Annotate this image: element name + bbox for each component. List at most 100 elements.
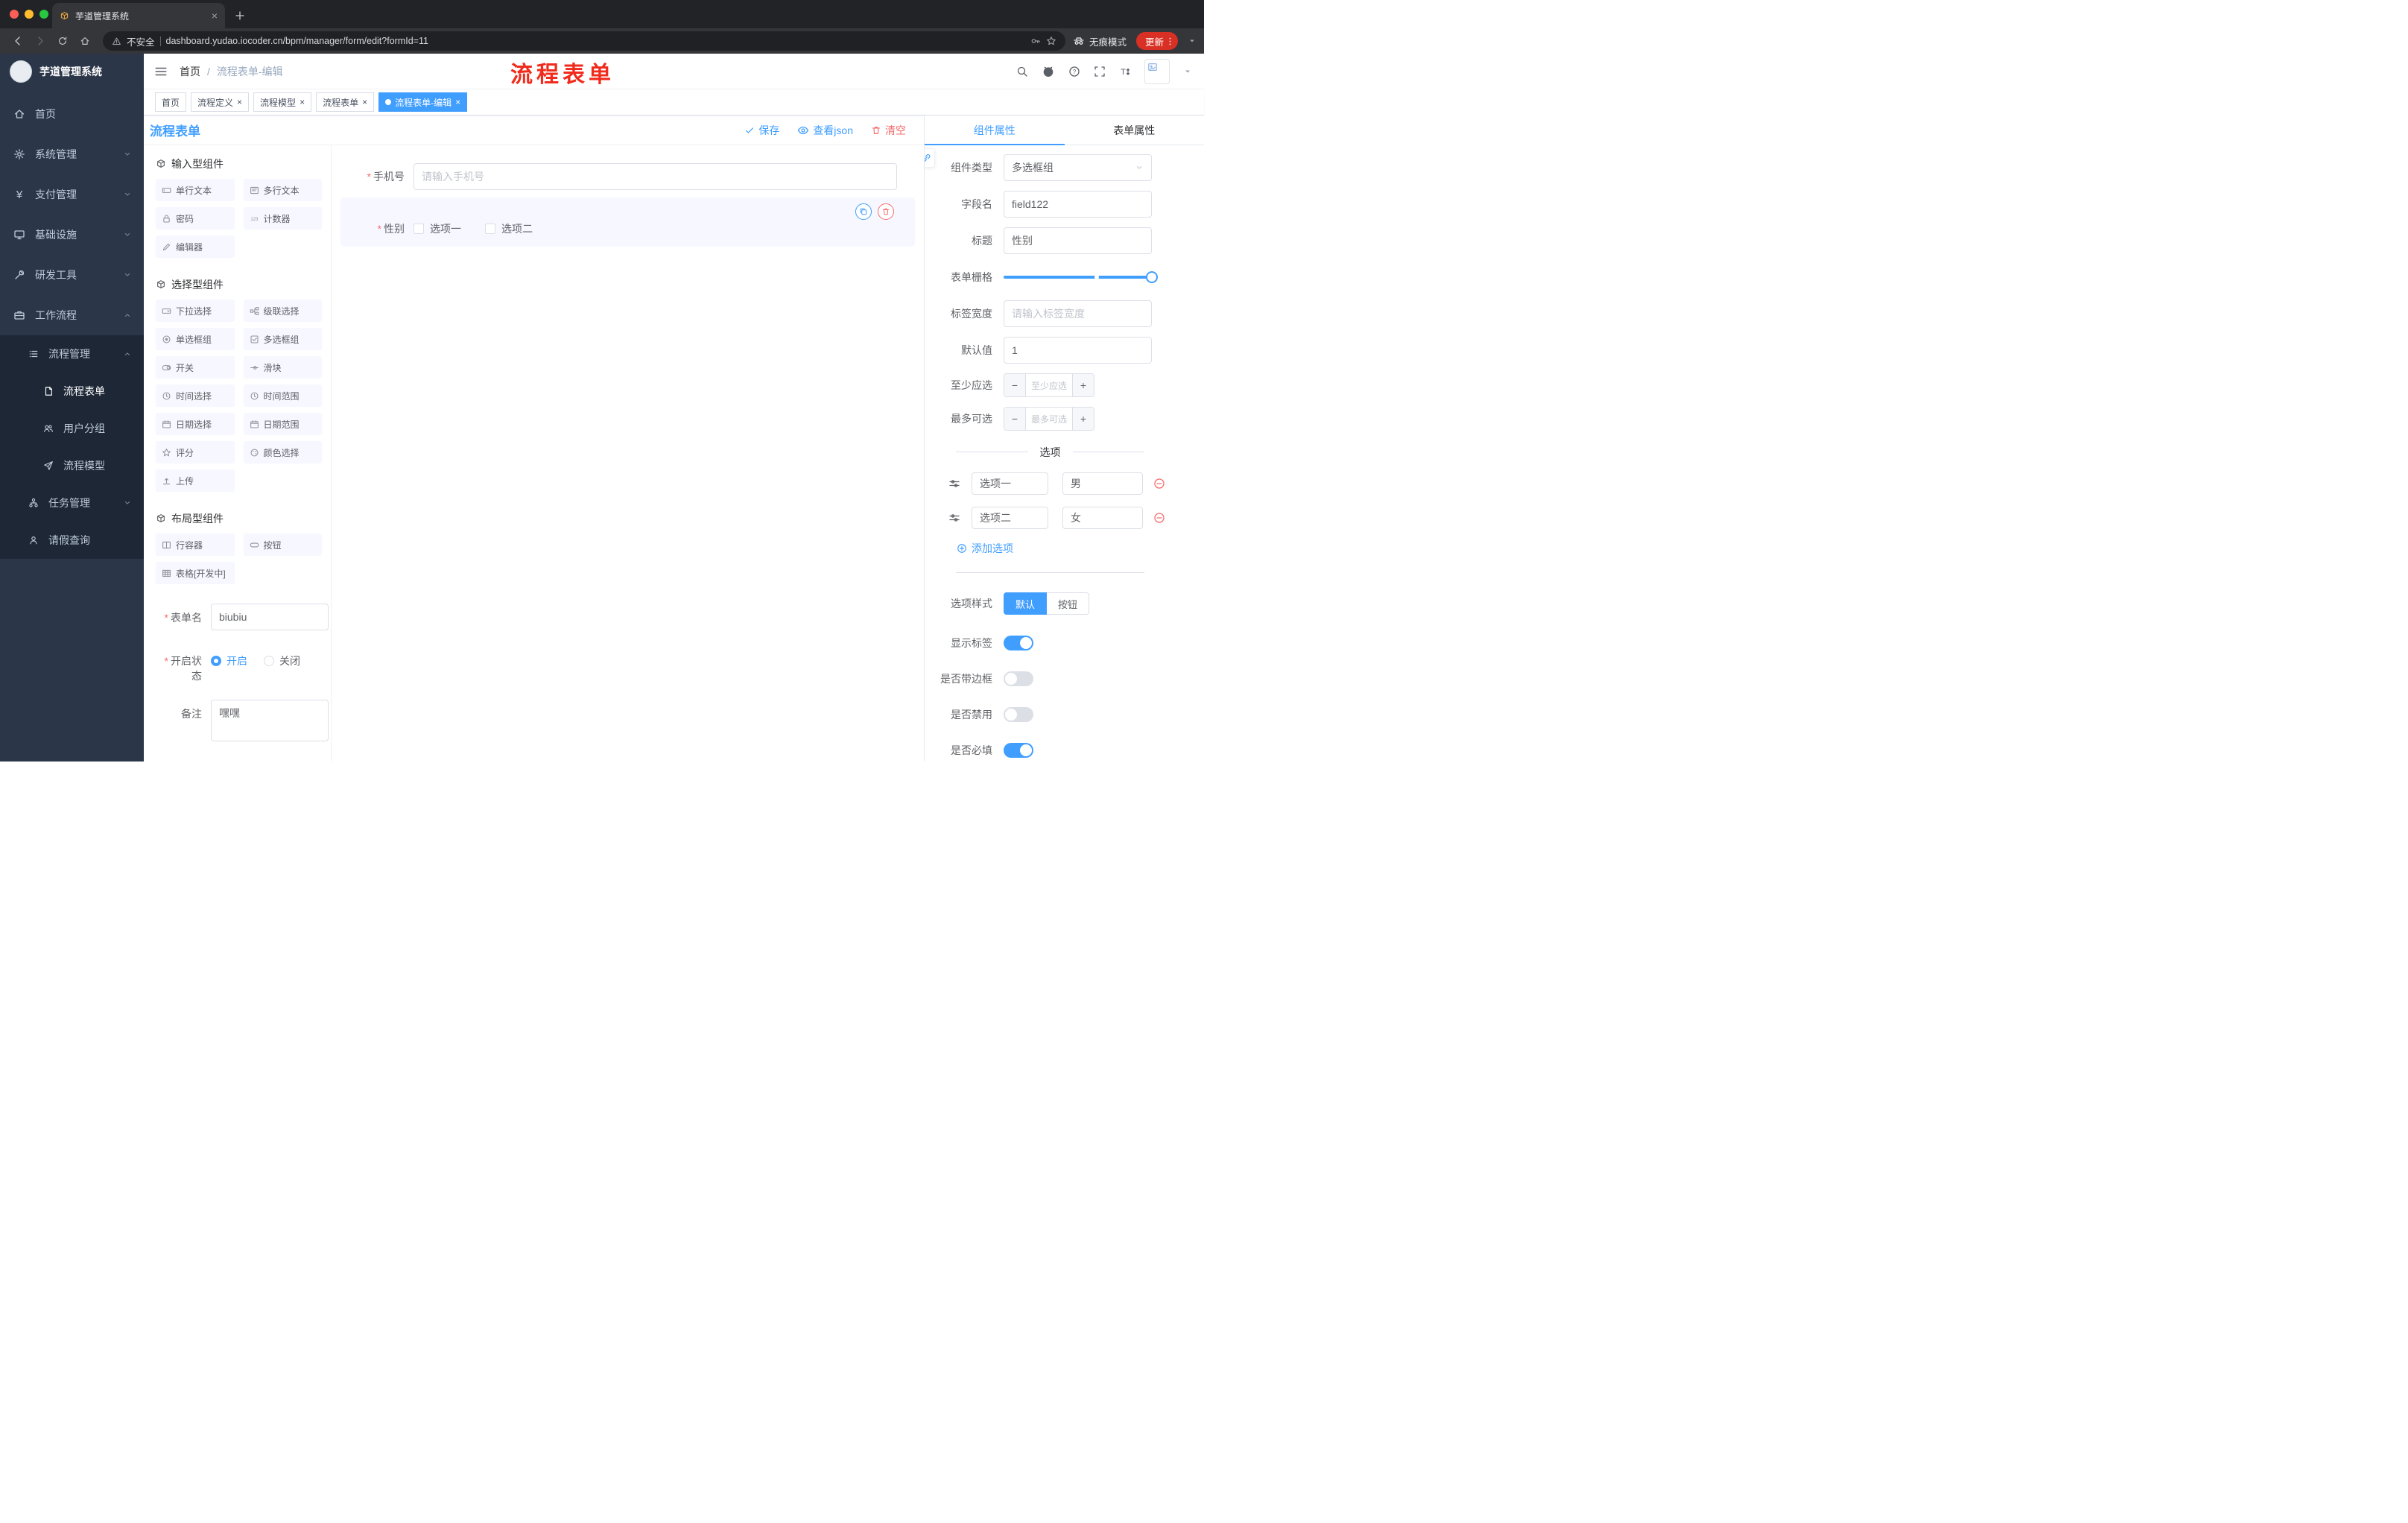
- chip-single-line-text[interactable]: 单行文本: [156, 179, 235, 201]
- add-option-button[interactable]: 添加选项: [957, 541, 1152, 556]
- app-logo[interactable]: 芋道管理系统: [0, 54, 144, 89]
- component-type-select[interactable]: 多选框组: [1004, 154, 1152, 181]
- home-button[interactable]: [75, 31, 95, 51]
- new-tab-button[interactable]: [234, 10, 246, 22]
- fullscreen-icon[interactable]: [1094, 66, 1106, 77]
- chip-time-range[interactable]: 时间范围: [243, 384, 322, 407]
- address-bar[interactable]: 不安全 dashboard.yudao.iocoder.cn/bpm/manag…: [103, 31, 1065, 51]
- chip-time-picker[interactable]: 时间选择: [156, 384, 235, 407]
- save-button[interactable]: 保存: [744, 123, 779, 138]
- tag-process-form[interactable]: 流程表单 ×: [316, 92, 375, 112]
- title-input[interactable]: [1004, 227, 1152, 254]
- disabled-toggle[interactable]: [1004, 707, 1033, 722]
- close-tag-icon[interactable]: ×: [237, 98, 242, 107]
- form-canvas[interactable]: 手机号 性别 选项一: [332, 145, 924, 762]
- slider-handle[interactable]: [1146, 271, 1158, 283]
- sidebar-item-workflow[interactable]: 工作流程: [0, 295, 144, 335]
- border-toggle[interactable]: [1004, 671, 1033, 686]
- chip-radio-group[interactable]: 单选框组: [156, 328, 235, 350]
- close-tag-icon[interactable]: ×: [300, 98, 305, 107]
- tab-form-props[interactable]: 表单属性: [1065, 115, 1205, 145]
- chip-rate[interactable]: 评分: [156, 441, 235, 463]
- chevron-down-icon[interactable]: [1188, 37, 1197, 45]
- forward-button[interactable]: [30, 31, 51, 51]
- tag-home[interactable]: 首页: [155, 92, 187, 112]
- remove-option-icon[interactable]: [1153, 512, 1165, 524]
- copy-item-button[interactable]: [855, 203, 872, 220]
- max-select-stepper[interactable]: − 最多可选 +: [1004, 407, 1094, 431]
- drag-handle-icon[interactable]: [948, 512, 960, 524]
- checkbox-box[interactable]: [414, 224, 424, 234]
- chip-cascader[interactable]: 级联选择: [243, 300, 322, 322]
- sidebar-item-user-group[interactable]: 用户分组: [0, 410, 144, 447]
- checkbox-option-1[interactable]: 选项一: [414, 221, 461, 236]
- style-button-button[interactable]: 按钮: [1047, 592, 1090, 615]
- github-icon[interactable]: [1042, 65, 1055, 78]
- close-tag-icon[interactable]: ×: [455, 98, 460, 107]
- sidebar-item-process-model[interactable]: 流程模型: [0, 447, 144, 484]
- sidebar-item-pay[interactable]: ¥ 支付管理: [0, 174, 144, 215]
- zoom-window-button[interactable]: [39, 10, 48, 19]
- field-name-input[interactable]: [1004, 191, 1152, 218]
- sidebar-item-system[interactable]: 系统管理: [0, 134, 144, 174]
- sidebar-item-process-mgmt[interactable]: 流程管理: [0, 335, 144, 373]
- tag-process-form-edit[interactable]: 流程表单-编辑 ×: [378, 92, 468, 112]
- form-grid-slider[interactable]: [1004, 264, 1158, 291]
- chip-switch[interactable]: 开关: [156, 356, 235, 379]
- decrease-button[interactable]: −: [1004, 374, 1026, 396]
- chip-counter[interactable]: 计数器: [243, 207, 322, 229]
- sidebar-item-infra[interactable]: 基础设施: [0, 215, 144, 255]
- tag-process-model[interactable]: 流程模型 ×: [253, 92, 312, 112]
- chip-select[interactable]: 下拉选择: [156, 300, 235, 322]
- canvas-item-phone[interactable]: 手机号: [340, 160, 915, 193]
- breadcrumb-home[interactable]: 首页: [180, 64, 200, 79]
- close-tag-icon[interactable]: ×: [362, 98, 367, 107]
- tag-process-definition[interactable]: 流程定义 ×: [191, 92, 250, 112]
- remove-option-icon[interactable]: [1153, 478, 1165, 490]
- style-default-button[interactable]: 默认: [1004, 592, 1048, 615]
- link-icon[interactable]: [925, 148, 935, 168]
- chip-password[interactable]: 密码: [156, 207, 235, 229]
- chip-date-range[interactable]: 日期范围: [243, 413, 322, 435]
- increase-button[interactable]: +: [1072, 408, 1094, 430]
- bookmark-star-icon[interactable]: [1046, 36, 1056, 46]
- form-name-input[interactable]: [211, 604, 329, 630]
- chevron-down-icon[interactable]: [1183, 67, 1192, 76]
- chip-row-container[interactable]: 行容器: [156, 533, 235, 556]
- min-select-stepper[interactable]: − 至少应选 +: [1004, 373, 1094, 397]
- reload-button[interactable]: [52, 31, 73, 51]
- chip-upload[interactable]: 上传: [156, 469, 235, 492]
- sidebar-item-process-form[interactable]: 流程表单: [0, 373, 144, 410]
- show-label-toggle[interactable]: [1004, 636, 1033, 650]
- delete-item-button[interactable]: [878, 203, 894, 220]
- status-on-radio[interactable]: 开启: [211, 653, 247, 668]
- help-icon[interactable]: [1068, 66, 1080, 77]
- chip-editor[interactable]: 编辑器: [156, 235, 235, 258]
- canvas-item-gender[interactable]: 性别 选项一 选项二: [340, 197, 915, 247]
- sidebar-item-devtools[interactable]: 研发工具: [0, 255, 144, 295]
- default-value-input[interactable]: [1004, 337, 1152, 364]
- sidebar-item-leave-query[interactable]: 请假查询: [0, 522, 144, 559]
- font-size-icon[interactable]: [1119, 66, 1131, 77]
- option-label-input[interactable]: [972, 507, 1048, 529]
- close-window-button[interactable]: [10, 10, 19, 19]
- option-value-input[interactable]: [1062, 507, 1143, 529]
- increase-button[interactable]: +: [1072, 374, 1094, 396]
- option-value-input[interactable]: [1062, 472, 1143, 495]
- search-icon[interactable]: [1016, 66, 1028, 77]
- chip-color-picker[interactable]: 颜色选择: [243, 441, 322, 463]
- required-toggle[interactable]: [1004, 743, 1033, 758]
- password-key-icon[interactable]: [1030, 36, 1041, 46]
- sidebar-item-home[interactable]: 首页: [0, 94, 144, 134]
- drag-handle-icon[interactable]: [948, 478, 960, 490]
- chip-multi-line-text[interactable]: 多行文本: [243, 179, 322, 201]
- minimize-window-button[interactable]: [25, 10, 34, 19]
- phone-input[interactable]: [414, 163, 897, 190]
- decrease-button[interactable]: −: [1004, 408, 1026, 430]
- checkbox-option-2[interactable]: 选项二: [485, 221, 533, 236]
- form-remark-textarea[interactable]: 嘿嘿: [211, 700, 329, 741]
- chip-slider[interactable]: 滑块: [243, 356, 322, 379]
- update-button[interactable]: 更新: [1135, 32, 1178, 50]
- checkbox-box[interactable]: [485, 224, 495, 234]
- collapse-sidebar-button[interactable]: [154, 65, 168, 78]
